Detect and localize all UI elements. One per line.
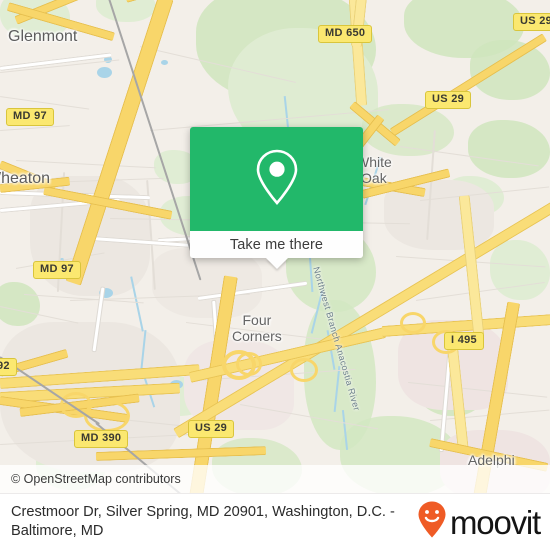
moovit-pin-smiley-icon: [417, 500, 447, 545]
highway-loop: [400, 312, 426, 334]
address-text: Crestmoor Dr, Silver Spring, MD 20901, W…: [11, 504, 395, 539]
shield-md-192-edge: 92: [0, 358, 17, 376]
shield-md-97-south: MD 97: [33, 261, 81, 279]
moovit-wordmark: moovit: [450, 503, 541, 541]
place-label-line: Four: [242, 312, 272, 328]
bottom-bar: Crestmoor Dr, Silver Spring, MD 20901, W…: [0, 493, 550, 550]
map-attribution: © OpenStreetMap contributors: [0, 465, 550, 493]
place-label-glenmont: Glenmont: [8, 28, 78, 45]
shield-us-29-edge: US 29: [513, 13, 550, 31]
shield-md-97-north: MD 97: [6, 108, 54, 126]
map-pin-icon: [254, 148, 300, 211]
water-body: [97, 67, 112, 78]
highway-loop: [290, 358, 318, 382]
water-body: [161, 60, 168, 65]
shield-us-29-south: US 29: [188, 420, 235, 438]
attribution-text: © OpenStreetMap contributors: [11, 472, 181, 486]
shield-md-390: MD 390: [74, 430, 129, 448]
highway-loop: [236, 352, 262, 376]
builtup-area: [152, 248, 262, 318]
take-me-there-button[interactable]: Take me there: [190, 231, 363, 258]
highway-loop: [84, 400, 130, 432]
shield-i-495: I 495: [444, 332, 484, 350]
take-me-there-label: Take me there: [229, 236, 324, 253]
popup-pointer-tail: [265, 258, 288, 269]
location-popup-card[interactable]: Take me there: [190, 127, 363, 269]
popup-icon-area: [190, 127, 363, 231]
shield-us-29: US 29: [425, 91, 472, 109]
shield-md-650: MD 650: [318, 25, 373, 43]
place-label-wheaton: Wheaton: [0, 170, 51, 187]
place-label-line: Corners: [232, 328, 282, 344]
map-page: Glenmont Wheaton White Oak Four Corners …: [0, 0, 550, 550]
place-label-four-corners: Four Corners: [232, 312, 282, 344]
moovit-logo[interactable]: moovit: [417, 500, 541, 545]
